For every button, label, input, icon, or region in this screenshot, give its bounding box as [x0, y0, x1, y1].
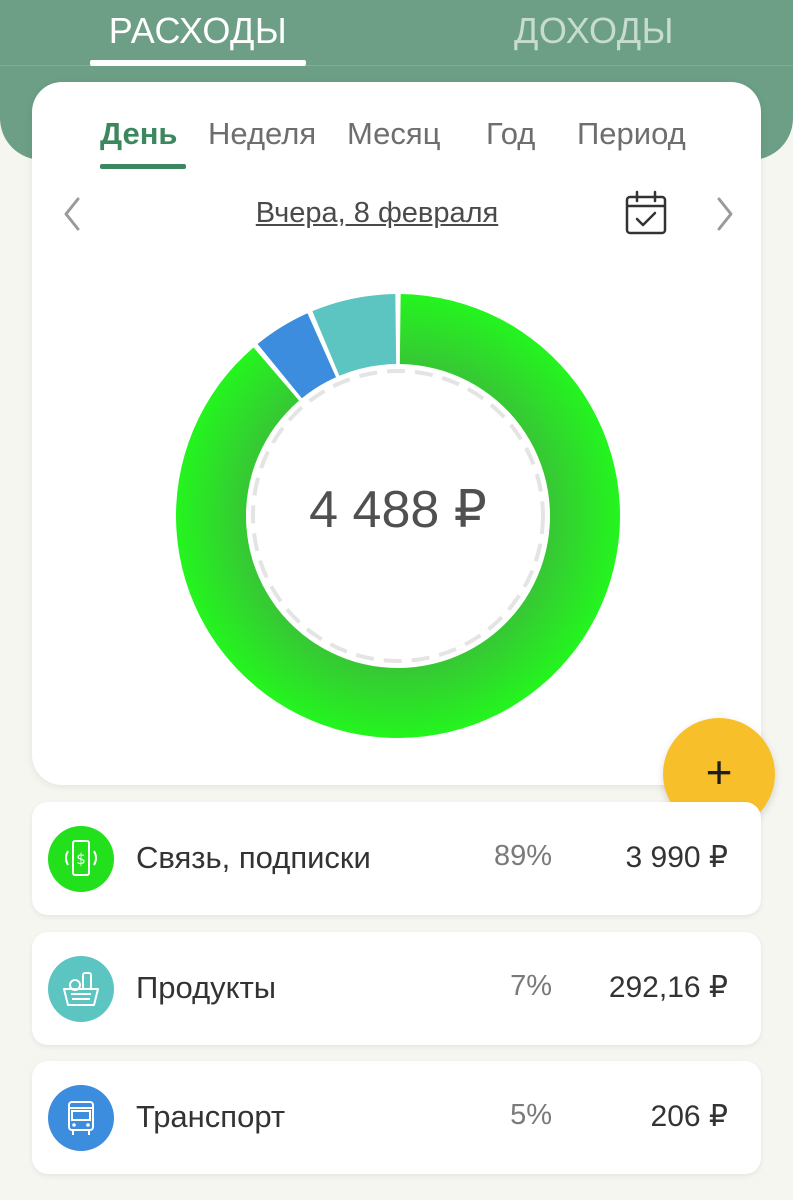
category-percent: 5% — [510, 1099, 552, 1131]
calendar-check-icon[interactable] — [624, 190, 668, 236]
period-tab-year[interactable]: Год — [486, 116, 535, 152]
total-amount: 4 488 ₽ — [309, 481, 487, 539]
category-amount: 206 ₽ — [650, 1100, 728, 1133]
chart-card: День Неделя Месяц Год Период Вчера, 8 фе… — [32, 82, 775, 830]
chevron-left-icon[interactable] — [54, 194, 94, 234]
top-tab-bar: РАСХОДЫ ДОХОДЫ — [0, 0, 793, 66]
period-tab-period[interactable]: Период — [577, 116, 686, 152]
category-percent: 89% — [493, 840, 552, 872]
active-tab-underline — [90, 60, 306, 66]
svg-text:$: $ — [76, 850, 86, 868]
grocery-basket-icon — [48, 956, 114, 1022]
category-name: Транспорт — [136, 1099, 286, 1134]
period-tab-day[interactable]: День — [100, 116, 178, 152]
period-tab-underline — [100, 164, 186, 169]
period-tab-month[interactable]: Месяц — [347, 116, 440, 152]
bus-icon — [48, 1085, 114, 1151]
category-name: Продукты — [136, 970, 277, 1005]
category-row-communication[interactable]: $ Связь, подписки 89% 3 990 ₽ — [32, 802, 761, 915]
category-amount: 3 990 ₽ — [625, 841, 729, 874]
period-tab-week[interactable]: Неделя — [208, 116, 316, 152]
plus-icon: + — [705, 746, 733, 798]
category-name: Связь, подписки — [136, 840, 371, 875]
tab-expenses[interactable]: РАСХОДЫ — [90, 10, 306, 52]
date-selector[interactable]: Вчера, 8 февраля — [212, 197, 542, 230]
category-row-transport[interactable]: Транспорт 5% 206 ₽ — [32, 1061, 761, 1174]
phone-money-icon: $ — [48, 826, 114, 892]
category-amount: 292,16 ₽ — [608, 971, 728, 1004]
category-percent: 7% — [510, 970, 552, 1002]
tab-income[interactable]: ДОХОДЫ — [486, 10, 702, 52]
chevron-right-icon[interactable] — [703, 194, 743, 234]
category-row-groceries[interactable]: Продукты 7% 292,16 ₽ — [32, 932, 761, 1045]
